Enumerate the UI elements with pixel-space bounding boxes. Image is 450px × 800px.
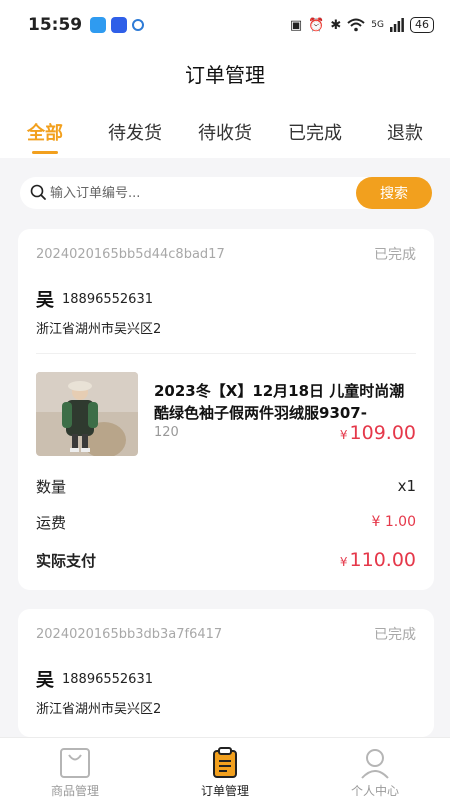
app-notification-icon	[111, 17, 128, 33]
status-bar: 15:59 ▣ ⏰ ✱ 5G 46	[0, 0, 450, 50]
nav-order-management[interactable]: 订单管理	[150, 738, 300, 800]
status-indicators: ▣ ⏰ ✱ 5G 46	[290, 17, 434, 33]
wifi-icon	[347, 18, 365, 32]
search-button[interactable]: 搜索	[356, 177, 432, 209]
order-number: 2024020165bb5d44c8bad17	[36, 246, 225, 262]
bottom-nav: 商品管理 订单管理 个人中心	[0, 737, 450, 800]
app-notification-icon	[90, 17, 107, 33]
tab-all[interactable]: 全部	[0, 100, 90, 158]
customer-name: 吴	[36, 290, 54, 311]
product-image	[36, 372, 138, 456]
product-price-value: 109.00	[349, 422, 416, 444]
quantity-row: 数量 x1	[36, 468, 416, 504]
order-product[interactable]: 2023冬【X】12月18日 儿童时尚潮酷绿色袖子假两件羽绒服9307- 120…	[36, 372, 416, 456]
customer-address: 浙江省湖州市吴兴区2	[36, 702, 162, 717]
product-name: 2023冬【X】12月18日 儿童时尚潮酷绿色袖子假两件羽绒服9307-	[154, 382, 405, 422]
nav-personal-center[interactable]: 个人中心	[300, 738, 450, 800]
alarm-icon: ⏰	[308, 17, 325, 33]
product-spec: 120	[154, 425, 179, 440]
total-amount: 110.00	[349, 549, 416, 571]
bluetooth-icon: ✱	[330, 17, 342, 33]
shipping-label: 运费	[36, 513, 67, 532]
order-number: 2024020165bb3db3a7f6417	[36, 626, 223, 642]
total-row: 实际支付 ¥110.00	[36, 542, 416, 578]
shipping-value: ¥ 1.00	[371, 514, 416, 530]
status-time: 15:59	[28, 15, 83, 35]
nav-label: 商品管理	[50, 784, 99, 798]
nfc-icon: ▣	[289, 17, 303, 33]
product-price: ¥109.00	[340, 422, 416, 444]
total-value: ¥110.00	[340, 549, 416, 571]
clipboard-icon	[213, 747, 237, 778]
signal-icon	[390, 18, 404, 32]
page-title: 订单管理	[185, 63, 265, 87]
battery-indicator: 46	[410, 17, 434, 33]
order-status: 已完成	[374, 247, 416, 263]
quantity-label: 数量	[36, 477, 67, 496]
app-notification-icon	[132, 19, 145, 31]
customer-phone: 18896552631	[62, 291, 153, 307]
tab-to-ship[interactable]: 待发货	[90, 100, 180, 158]
search-input[interactable]	[50, 178, 356, 208]
user-icon	[361, 749, 389, 779]
customer-phone: 18896552631	[62, 671, 153, 687]
order-card[interactable]: 2024020165bb3db3a7f6417 已完成 吴 1889655263…	[18, 609, 434, 737]
nav-label: 订单管理	[200, 784, 249, 798]
customer-name: 吴	[36, 670, 54, 691]
network-label: 5G	[371, 20, 384, 30]
tab-to-receive[interactable]: 待收货	[180, 100, 270, 158]
quantity-value: x1	[397, 477, 416, 495]
total-label: 实际支付	[36, 551, 97, 570]
tab-refund[interactable]: 退款	[360, 100, 450, 158]
currency-symbol: ¥	[339, 428, 348, 442]
shopping-bag-icon	[60, 748, 90, 778]
shipping-row: 运费 ¥ 1.00	[36, 504, 416, 540]
search-bar: 搜索	[20, 177, 432, 209]
nav-label: 个人中心	[350, 784, 399, 798]
customer-address: 浙江省湖州市吴兴区2	[36, 322, 162, 337]
order-card[interactable]: 2024020165bb5d44c8bad17 已完成 吴 1889655263…	[18, 229, 434, 590]
divider	[36, 353, 416, 354]
order-tabs: 全部 待发货 待收货 已完成 退款	[0, 100, 450, 158]
header: 订单管理	[0, 50, 450, 100]
tab-completed[interactable]: 已完成	[270, 100, 360, 158]
currency-symbol: ¥	[339, 555, 348, 569]
order-status: 已完成	[374, 627, 416, 643]
search-icon	[30, 184, 46, 200]
nav-product-management[interactable]: 商品管理	[0, 738, 150, 800]
